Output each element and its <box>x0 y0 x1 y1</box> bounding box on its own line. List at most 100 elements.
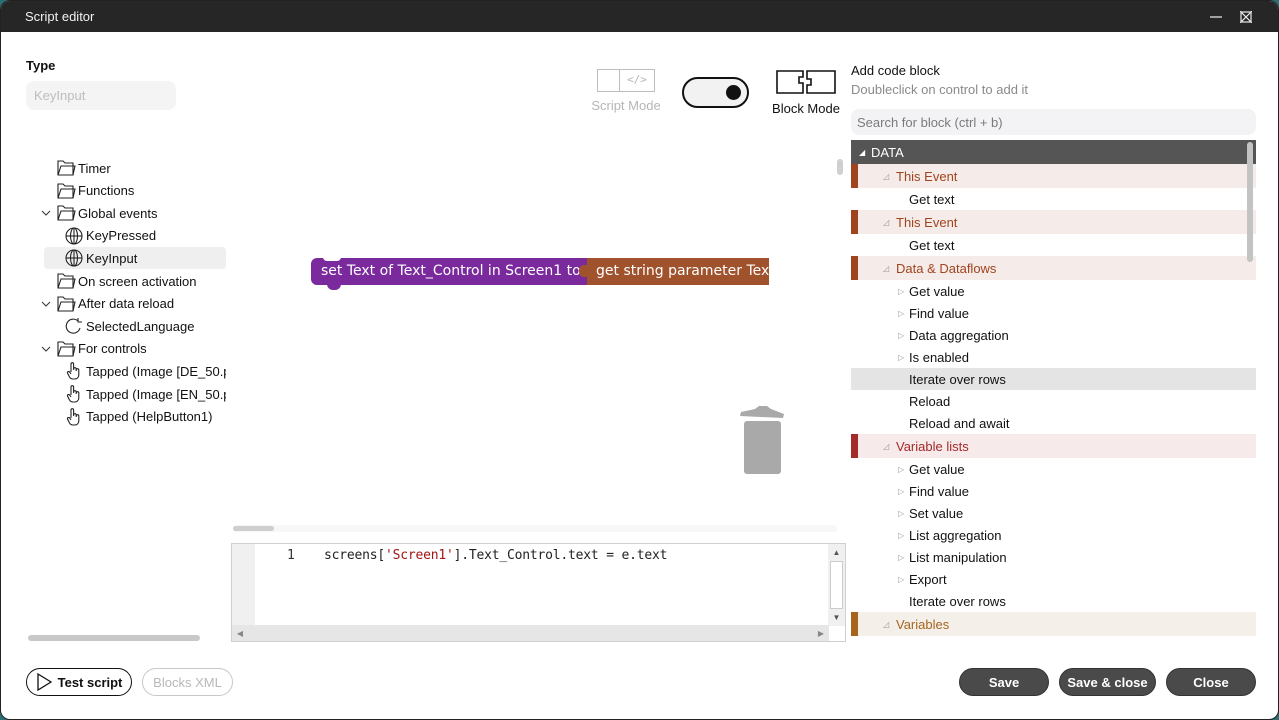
tree-item[interactable]: Tapped (Image [DE_50.p <box>26 360 226 382</box>
palette-category[interactable]: ◿ Data & Dataflows <box>851 256 1256 280</box>
close-window-button[interactable] <box>1231 5 1261 29</box>
palette-block-item[interactable]: Get text <box>851 188 1256 210</box>
chevron-down-icon[interactable] <box>40 207 52 219</box>
tree-item[interactable]: On screen activation <box>26 270 226 292</box>
category-color-bar <box>851 164 858 188</box>
type-field[interactable] <box>26 81 176 110</box>
tree-item[interactable]: Global events <box>26 202 226 224</box>
palette-block-label: Reload <box>909 393 951 409</box>
tree-item-label: Tapped (HelpButton1) <box>86 409 213 425</box>
palette-block-item[interactable]: ▷ Find value <box>851 480 1256 502</box>
tree-item-label: Global events <box>78 205 158 221</box>
tree-item[interactable]: KeyInput <box>44 247 226 270</box>
collapse-triangle-icon: ◿ <box>883 441 890 451</box>
hand-pointer-icon <box>64 361 84 381</box>
code-line[interactable]: screens['Screen1'].Text_Control.text = e… <box>324 548 667 563</box>
palette-block-item[interactable]: Iterate over rows <box>851 590 1256 612</box>
palette-block-item[interactable]: ▷ Export <box>851 568 1256 590</box>
scroll-down-arrow-icon[interactable]: ▼ <box>828 609 845 626</box>
block-search-input[interactable] <box>851 109 1256 135</box>
palette-block-label: Get value <box>909 283 965 299</box>
tree-item[interactable]: Timer <box>26 157 226 179</box>
scroll-right-arrow-icon[interactable]: ▶ <box>813 625 829 641</box>
scroll-up-arrow-icon[interactable]: ▲ <box>828 544 845 561</box>
set-text-block-label: set Text of Text_Control in Screen1 to <box>321 263 581 279</box>
scroll-left-arrow-icon[interactable]: ◀ <box>232 625 248 641</box>
palette-block-item[interactable]: ▷ List aggregation <box>851 524 1256 546</box>
palette-category[interactable]: ◿ This Event <box>851 210 1256 234</box>
palette-block-item[interactable]: ▷ Is enabled <box>851 346 1256 368</box>
canvas-vertical-scrollbar[interactable] <box>837 159 843 175</box>
category-color-bar <box>851 434 858 458</box>
palette-block-item[interactable]: ▷ Get value <box>851 458 1256 480</box>
globe-icon <box>64 226 84 246</box>
collapse-triangle-icon: ◿ <box>883 619 890 629</box>
collapse-triangle-icon: ◿ <box>883 263 890 273</box>
folder-icon <box>56 339 76 359</box>
tree-item[interactable]: SelectedLanguage <box>26 315 226 337</box>
palette-block-item[interactable]: ▷ Find value <box>851 302 1256 324</box>
code-editor[interactable]: 1 screens['Screen1'].Text_Control.text =… <box>231 543 846 642</box>
palette-block-item[interactable]: ▷ Set value <box>851 502 1256 524</box>
canvas-horizontal-scrollbar[interactable] <box>233 526 274 531</box>
code-string: 'Screen1' <box>385 548 454 563</box>
palette-block-item[interactable]: Reload <box>851 390 1256 412</box>
palette-block-label: Set value <box>909 505 964 521</box>
palette-block-item[interactable]: ▷ Data aggregation <box>851 324 1256 346</box>
folder-icon <box>56 203 76 223</box>
tree-item[interactable]: Tapped (HelpButton1) <box>26 406 226 428</box>
palette-block-item[interactable]: Reload and await <box>851 412 1256 434</box>
tree-item[interactable]: KeyPressed <box>26 225 226 247</box>
type-label: Type <box>26 58 56 73</box>
code-vertical-scrollbar[interactable]: ▲ ▼ <box>828 544 845 626</box>
tree-item[interactable]: Tapped (Image [EN_50.p <box>26 383 226 405</box>
palette-category-label: This Event <box>896 168 958 184</box>
tree-item-label: SelectedLanguage <box>86 318 195 334</box>
expand-triangle-icon: ▷ <box>898 508 905 518</box>
palette-block-item[interactable]: ▷ Get value <box>851 280 1256 302</box>
palette-section-header[interactable]: ◢ DATA <box>851 140 1256 164</box>
block-mode-option[interactable]: Block Mode <box>771 69 841 116</box>
palette-vertical-scrollbar[interactable] <box>1247 142 1253 262</box>
folder-icon <box>56 181 76 201</box>
code-horizontal-scrollbar[interactable]: ◀ ▶ <box>232 625 829 641</box>
tree-item[interactable]: After data reload <box>26 293 226 315</box>
add-code-block-subtitle: Doubleclick on control to add it <box>851 82 1029 97</box>
save-and-close-button[interactable]: Save & close <box>1059 668 1156 696</box>
mode-toggle[interactable] <box>682 77 749 108</box>
palette-category[interactable]: ◿ Variable lists <box>851 434 1256 458</box>
tree-item-label: Tapped (Image [DE_50.p <box>86 363 226 379</box>
chevron-down-icon[interactable] <box>40 298 52 310</box>
blocks-xml-button[interactable]: Blocks XML <box>142 668 233 696</box>
palette-category[interactable]: ◿ Variables <box>851 612 1256 636</box>
tree-horizontal-scrollbar[interactable] <box>28 635 200 641</box>
palette-block-label: Get text <box>909 237 955 253</box>
code-gutter <box>232 544 255 626</box>
script-editor-window: Script editor Type Timer Functions Global … <box>0 0 1279 720</box>
collapse-triangle-icon: ◢ <box>859 147 866 157</box>
test-script-button[interactable]: Test script <box>26 668 132 696</box>
globe-icon <box>64 248 84 268</box>
trash-icon <box>740 406 784 474</box>
palette-block-item[interactable]: ▷ List manipulation <box>851 546 1256 568</box>
tree-item[interactable]: Functions <box>26 180 226 202</box>
code-suffix: ].Text_Control.text = e.text <box>453 548 668 563</box>
palette-category[interactable]: ◿ This Event <box>851 164 1256 188</box>
script-mode-option[interactable]: </> Script Mode <box>591 69 661 113</box>
hand-pointer-icon <box>64 407 84 427</box>
set-text-block[interactable]: set Text of Text_Control in Screen1 to <box>311 257 587 290</box>
tree-item-label: KeyPressed <box>86 228 157 244</box>
expand-triangle-icon: ▷ <box>898 330 905 340</box>
palette-block-item[interactable]: Iterate over rows <box>851 368 1256 390</box>
code-scroll-thumb[interactable] <box>830 561 843 609</box>
tree-item[interactable]: For controls <box>26 338 226 360</box>
chevron-down-icon[interactable] <box>40 343 52 355</box>
save-button[interactable]: Save <box>959 668 1049 696</box>
close-button[interactable]: Close <box>1166 668 1256 696</box>
minimize-button[interactable] <box>1201 5 1231 29</box>
expand-triangle-icon: ▷ <box>898 574 905 584</box>
hand-pointer-icon <box>64 384 84 404</box>
trash-can[interactable] <box>739 404 787 476</box>
get-string-parameter-block[interactable]: get string parameter Text <box>579 258 775 285</box>
palette-block-item[interactable]: Get text <box>851 234 1256 256</box>
